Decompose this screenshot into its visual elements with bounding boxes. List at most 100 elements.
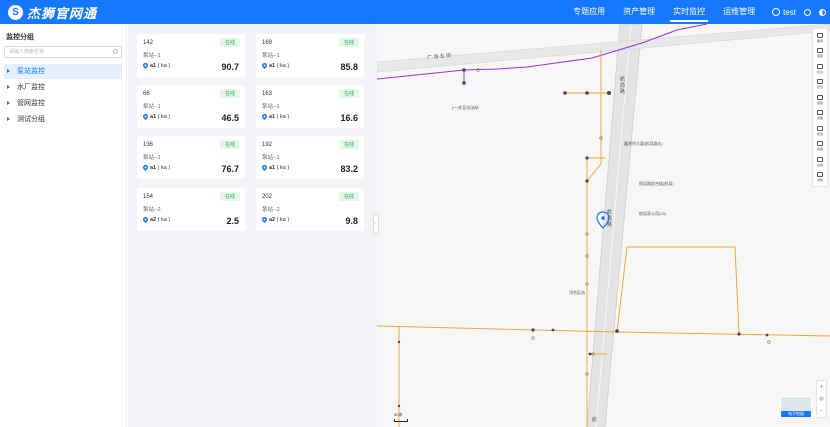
search-placeholder: 请输入搜索名称 (9, 49, 45, 55)
road-label-hangju-2: 航 局 路 (606, 209, 612, 227)
monitor-card[interactable]: 163 在线 泵站--1 a1 ( ka ) 16.6 (256, 85, 364, 128)
poi-label-1: (一)东区加油站 (452, 105, 479, 110)
map-tool-icon (817, 110, 823, 116)
card-station: 泵站--2 (143, 207, 161, 213)
nav-item-topics[interactable]: 专题应用 (564, 0, 614, 24)
card-metric: a1 ( ka ) (269, 114, 290, 120)
map-tool-button[interactable]: 截图 (813, 139, 827, 155)
card-station: 泵站--1 (262, 104, 280, 110)
location-pin-icon (262, 217, 267, 223)
tree-item-test-group[interactable]: 测试分组 (4, 112, 122, 127)
tree-item-water-plant[interactable]: 水厂监控 (4, 80, 122, 95)
map-tool-label: 定位 (816, 85, 823, 90)
tree-item-pump-station[interactable]: 泵站监控 (4, 64, 122, 79)
map-tool-label: 测距 (816, 100, 823, 105)
map-tool-button[interactable]: 测面 (813, 108, 827, 124)
monitor-card[interactable]: 154 在线 泵站--2 a2 ( ka ) 2.5 (137, 188, 245, 231)
top-navigation-bar: S 杰狮官网通 专题应用 资产管理 实时监控 运维管理 test (0, 0, 830, 24)
map-tool-label: 全屏 (816, 162, 823, 167)
monitor-card[interactable]: 66 在线 泵站--1 a1 ( ka ) 46.5 (137, 85, 245, 128)
card-value: 2.5 (226, 216, 239, 226)
nav-item-assets[interactable]: 资产管理 (614, 0, 664, 24)
map-canvas[interactable] (377, 24, 830, 427)
monitor-card[interactable]: 136 在线 泵站--1 a1 ( ka ) 76.7 (137, 136, 245, 179)
map-tool-label: 清除 (816, 178, 823, 183)
map-view[interactable]: 广 场 五 街 航 局 路 航 局 路 航 (一)东区加油站 鑫港桥大厦(航局路… (377, 24, 830, 427)
map-tool-icon (817, 63, 823, 69)
road-label-hangju-3: 航 (592, 417, 598, 423)
theme-toggle-icon[interactable] (819, 8, 826, 16)
location-pin-icon (262, 165, 267, 171)
map-tool-icon (817, 32, 823, 38)
sidebar-title: 监控分组 (6, 34, 34, 41)
user-icon (772, 8, 781, 16)
map-tool-button[interactable]: 标注 (813, 61, 827, 77)
notification-icon[interactable] (804, 8, 811, 16)
zoom-out-button[interactable]: − (820, 408, 823, 414)
card-id: 136 (143, 142, 154, 148)
map-tool-button[interactable]: 测距 (813, 92, 827, 108)
map-tool-button[interactable]: 全屏 (813, 154, 827, 170)
card-station: 泵站--2 (262, 207, 280, 213)
monitor-card[interactable]: 142 在线 泵站--1 a1 ( ka ) 90.7 (137, 34, 245, 77)
location-pin-icon (143, 63, 148, 69)
monitor-card[interactable]: 169 在线 泵站--1 a1 ( ka ) 85.8 (256, 34, 364, 77)
nav-item-operations[interactable]: 运维管理 (714, 0, 764, 24)
caret-right-icon[interactable] (7, 85, 10, 89)
caret-right-icon[interactable] (7, 101, 10, 105)
user-menu[interactable]: test (764, 8, 800, 17)
map-tool-label: 截图 (816, 147, 823, 152)
zoom-control: + ◎ − (816, 380, 827, 418)
caret-right-icon[interactable] (7, 117, 10, 121)
card-station: 泵站--1 (143, 155, 161, 161)
map-tool-button[interactable]: 图层 (813, 46, 827, 62)
status-badge: 在线 (219, 38, 240, 47)
nav-item-monitoring[interactable]: 实时监控 (664, 0, 714, 24)
basemap-label: 电子地图 (781, 411, 811, 417)
main-road (586, 24, 643, 427)
scale-bar (394, 419, 408, 422)
map-tool-button[interactable]: 图例 (813, 30, 827, 46)
caret-right-icon[interactable] (7, 69, 10, 73)
poi-label-4: 顶合区站 (569, 290, 585, 295)
card-metric: a1 ( ka ) (269, 63, 290, 69)
map-tool-label: 图层 (816, 54, 823, 59)
app-title: 杰狮官网通 (27, 5, 98, 21)
monitor-card[interactable]: 202 在线泵站--2 a2 ( ka ) 9.8 (256, 188, 364, 231)
collapse-panel-button[interactable]: ‹ (373, 214, 379, 234)
app-logo[interactable]: S 杰狮官网通 (8, 3, 97, 21)
status-badge: 在线 (219, 140, 240, 149)
monitor-card[interactable]: 192 在线 泵站--1 a1 ( ka ) 83.2 (256, 136, 364, 179)
basemap-switcher[interactable]: 电子地图 (780, 396, 812, 418)
card-id: 66 (143, 91, 150, 97)
status-badge: 在线 (219, 89, 240, 98)
status-badge: 在线 (338, 89, 359, 98)
card-value: 46.5 (221, 113, 239, 123)
card-station: 泵站--1 (143, 53, 161, 59)
card-id: 202 (262, 194, 273, 200)
card-metric: a2 ( ka ) (269, 217, 290, 223)
map-tool-button[interactable]: 定位 (813, 77, 827, 93)
compass-icon[interactable]: ◎ (819, 396, 823, 402)
status-badge: 在线 (219, 192, 240, 201)
card-value: 9.8 (345, 216, 358, 226)
card-station: 泵站--1 (262, 53, 280, 59)
search-icon[interactable] (113, 49, 118, 54)
pipe-nodes (397, 68, 769, 408)
group-search-input[interactable]: 请输入搜索名称 (4, 46, 122, 58)
map-tool-button[interactable]: 框选 (813, 123, 827, 139)
location-pin-icon (143, 217, 148, 223)
road-label-hangju-1: 航 局 路 (619, 76, 625, 94)
map-tool-label: 图例 (816, 38, 823, 43)
zoom-in-button[interactable]: + (820, 384, 823, 390)
map-tool-button[interactable]: 清除 (813, 170, 827, 186)
poi-label-2: 鑫港桥大厦(航局路店) (624, 141, 663, 146)
card-metric: a1 ( ka ) (150, 63, 171, 69)
map-tool-icon (817, 94, 823, 100)
status-badge: 在线 (338, 192, 359, 201)
map-tool-label: 测面 (816, 116, 823, 121)
card-metric: a1 ( ka ) (150, 114, 171, 120)
map-tool-icon (817, 172, 823, 178)
tree-item-pipe-network[interactable]: 管网监控 (4, 96, 122, 111)
card-metric: a1 ( ka ) (269, 165, 290, 171)
